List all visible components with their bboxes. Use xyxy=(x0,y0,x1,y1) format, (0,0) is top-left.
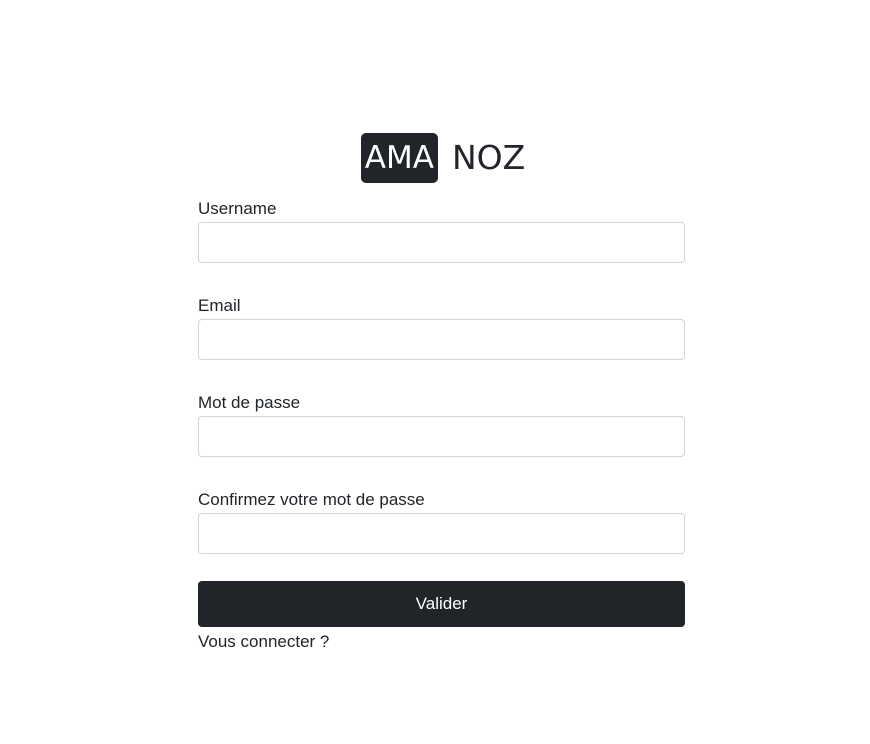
confirm-password-field-group: Confirmez votre mot de passe xyxy=(198,489,685,554)
username-label: Username xyxy=(198,199,277,218)
register-page: AMA NOZ Username Email Mot de passe Conf… xyxy=(0,0,870,744)
submit-button[interactable]: Valider xyxy=(198,581,685,627)
password-label: Mot de passe xyxy=(198,393,301,412)
password-input[interactable] xyxy=(198,416,685,457)
register-form: Username Email Mot de passe Confirmez vo… xyxy=(198,198,685,653)
confirm-password-label: Confirmez votre mot de passe xyxy=(198,490,425,509)
login-link[interactable]: Vous connecter ? xyxy=(198,631,329,653)
password-field-group: Mot de passe xyxy=(198,392,685,457)
email-field-group: Email xyxy=(198,295,685,360)
email-label: Email xyxy=(198,296,241,315)
logo-text: NOZ xyxy=(451,138,526,177)
email-input[interactable] xyxy=(198,319,685,360)
confirm-password-input[interactable] xyxy=(198,513,685,554)
logo-badge: AMA xyxy=(360,133,438,183)
username-field-group: Username xyxy=(198,198,685,263)
brand-logo: AMA NOZ xyxy=(8,133,870,183)
username-input[interactable] xyxy=(198,222,685,263)
